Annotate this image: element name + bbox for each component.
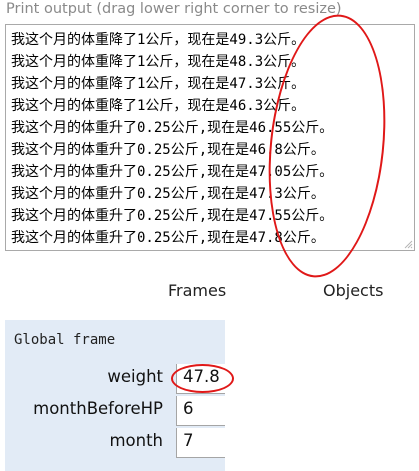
variable-value: 7	[176, 428, 225, 458]
global-frame-panel: Global frame weight 47.8 monthBeforeHP 6…	[5, 320, 225, 471]
variable-name: month	[109, 431, 163, 450]
variable-row-month: month 7	[5, 428, 225, 458]
resize-grip-icon[interactable]	[403, 239, 413, 249]
variable-name: weight	[107, 367, 163, 386]
print-line: 我这个月的体重降了1公斤，现在是49.3公斤。	[11, 32, 306, 48]
variable-name: monthBeforeHP	[33, 399, 163, 418]
objects-title: Objects	[323, 281, 384, 300]
print-output-header: Print output (drag lower right corner to…	[6, 1, 342, 17]
variable-row-monthbeforehp: monthBeforeHP 6	[5, 396, 225, 426]
annotation-ellipse-weight-value	[171, 364, 234, 393]
variable-value: 6	[176, 396, 225, 426]
print-line: 我这个月的体重降了1公斤，现在是48.3公斤。	[11, 54, 306, 70]
frames-title: Frames	[168, 281, 227, 300]
frame-name: Global frame	[14, 332, 116, 348]
